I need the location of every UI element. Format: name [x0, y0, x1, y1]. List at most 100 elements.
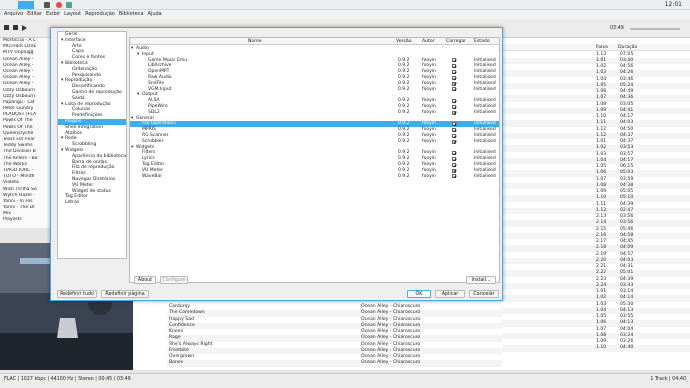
plugin-row[interactable]: Game Music Emu 0.9.2 fooyin Initialised	[130, 58, 499, 64]
settings-nav-label: Aparência da biblioteca	[72, 153, 127, 159]
load-checkbox[interactable]	[452, 81, 456, 86]
load-checkbox[interactable]	[452, 174, 456, 179]
menu-5[interactable]: Biblioteca	[119, 11, 144, 17]
load-checkbox[interactable]	[452, 98, 456, 103]
track-row[interactable]: 1.10 04:40	[502, 345, 690, 352]
taskbar-app-active[interactable]	[18, 1, 34, 9]
volume-slider[interactable]	[630, 28, 680, 30]
load-checkbox[interactable]	[452, 133, 456, 138]
header-status[interactable]: Estado	[474, 38, 490, 45]
expand-arrow-icon: ▾	[131, 144, 134, 150]
load-checkbox[interactable]	[452, 75, 456, 80]
apply-button[interactable]: Aplicar	[435, 290, 465, 298]
play-icon[interactable]	[22, 25, 27, 31]
plugin-row[interactable]: Scrobbler 0.9.2 fooyin Initialised	[130, 139, 499, 145]
menu-3[interactable]: Layout	[64, 11, 81, 17]
plugin-author: fooyin	[422, 69, 436, 75]
ok-button[interactable]: OK	[407, 290, 431, 298]
settings-nav-label: Arte	[72, 43, 82, 49]
settings-nav-label: Saída	[72, 95, 85, 101]
expand-arrow-icon: ▾	[131, 46, 134, 51]
load-checkbox[interactable]	[452, 156, 456, 161]
load-checkbox[interactable]	[452, 139, 456, 144]
plugin-group[interactable]: ▾ Audio	[130, 46, 499, 52]
reset-page-button[interactable]: Redefinir página	[101, 290, 149, 298]
plugin-row[interactable]: SDL2 0.9.2 fooyin Initialised	[130, 110, 499, 116]
plugin-group[interactable]: ▾ Input	[130, 52, 499, 58]
reset-all-button[interactable]: Redefinir tudo	[57, 290, 97, 298]
plugin-row[interactable]: OpenMPT 0.9.2 fooyin Initialised	[130, 69, 499, 75]
plugin-row[interactable]: WaveBar 0.9.2 fooyin Initialised	[130, 174, 499, 180]
plugin-status: Initialised	[474, 75, 496, 80]
plugin-row[interactable]: Filters 0.9.2 fooyin Initialised	[130, 150, 499, 156]
plugin-row[interactable]: VU Meter 0.9.2 fooyin Initialised	[130, 168, 499, 174]
menu-6[interactable]: Ajuda	[148, 11, 162, 17]
settings-nav-label: Widgets	[65, 147, 84, 153]
settings-nav-label: Navegar Diretórios	[72, 176, 116, 182]
settings-nav-label: Interface	[65, 37, 86, 43]
plugin-group[interactable]: ▾ Widgets	[130, 145, 499, 151]
load-checkbox[interactable]	[452, 69, 456, 74]
plugin-author: fooyin	[422, 109, 436, 115]
plugin-group[interactable]: ▾ Output	[130, 92, 499, 98]
configure-button[interactable]: Configure	[160, 276, 188, 284]
menu-0[interactable]: Arquivo	[4, 11, 23, 17]
load-checkbox[interactable]	[452, 122, 456, 127]
load-checkbox[interactable]	[452, 127, 456, 132]
plugin-row[interactable]: Lyrics 0.9.2 fooyin Initialised	[130, 156, 499, 162]
settings-nav-label: Tag Editor	[65, 194, 88, 200]
settings-nav-item[interactable]: Ganho de reprodução	[58, 90, 126, 96]
cancel-button[interactable]: Cancelar	[469, 290, 499, 298]
browser-icon[interactable]	[56, 2, 62, 8]
plugin-row[interactable]: VGM Input 0.9.2 fooyin Initialised	[130, 87, 499, 93]
menu-2[interactable]: Exibir	[46, 11, 60, 17]
menu-1[interactable]: Editar	[27, 11, 42, 17]
plugin-group[interactable]: ▾ General	[130, 116, 499, 122]
plugin-name: VU Meter	[142, 167, 163, 173]
plugin-row[interactable]: Raw Audio 0.9.2 fooyin Initialised	[130, 75, 499, 81]
header-author[interactable]: Autor	[422, 38, 435, 45]
plugin-author: fooyin	[422, 98, 436, 104]
app-launcher-icon[interactable]	[44, 2, 50, 8]
plugin-status: Initialised	[474, 86, 496, 92]
header-name[interactable]: Nome	[248, 38, 262, 45]
plugin-name: ALSA	[148, 98, 160, 104]
plugin-author: fooyin	[422, 156, 436, 162]
plugin-row[interactable]: RG Scanner 0.9.2 fooyin Initialised	[130, 133, 499, 139]
settings-nav-item[interactable]: Letras	[58, 200, 126, 206]
menu-4[interactable]: Reprodução	[85, 11, 115, 17]
install-button[interactable]: Install...	[466, 276, 496, 284]
load-checkbox[interactable]	[452, 64, 456, 69]
load-checkbox[interactable]	[452, 168, 456, 173]
header-duration[interactable]: Duração	[618, 45, 637, 50]
header-version[interactable]: Versão	[396, 38, 412, 45]
load-checkbox[interactable]	[452, 110, 456, 115]
plugin-name: SDL2	[148, 109, 160, 115]
stop-icon[interactable]	[4, 25, 9, 30]
header-track[interactable]: Faixa	[596, 45, 608, 50]
load-checkbox[interactable]	[452, 87, 456, 92]
load-checkbox[interactable]	[452, 58, 456, 63]
files-icon[interactable]	[66, 2, 72, 8]
plugin-row[interactable]: PipeWire 0.9.2 fooyin Initialised	[130, 104, 499, 110]
load-checkbox[interactable]	[452, 151, 456, 156]
plugin-row[interactable]: SndFile 0.9.2 fooyin Initialised	[130, 81, 499, 87]
track-duration: 04:40	[620, 345, 634, 351]
plugin-row[interactable]: File Operations 0.9.2 fooyin Initialised	[130, 121, 499, 127]
settings-nav-label: Atalhos	[65, 130, 83, 136]
about-button[interactable]: About	[134, 276, 156, 284]
playback-time: 03:49	[610, 26, 624, 31]
load-checkbox[interactable]	[452, 162, 456, 167]
plugin-author: fooyin	[422, 104, 436, 109]
header-load[interactable]: Carregar	[446, 38, 466, 45]
library-row[interactable]: Playlists	[0, 217, 50, 223]
playlist-row[interactable]: Bones Ocean Alley - Chiaroscuro	[167, 360, 527, 367]
plugin-row[interactable]: MPRIS 0.9.2 fooyin Initialised	[130, 127, 499, 133]
status-text: FLAC | 1027 kbps | 44100 Hz | Stereo | 0…	[4, 377, 131, 382]
previous-icon[interactable]	[13, 25, 19, 30]
plugin-name: SndFile	[148, 80, 165, 86]
plugin-row[interactable]: ALSA 0.9.2 fooyin Initialised	[130, 98, 499, 104]
plugin-row[interactable]: LibArchive 0.9.2 fooyin Initialised	[130, 63, 499, 69]
plugin-row[interactable]: Tag Editor 0.9.2 fooyin Initialised	[130, 162, 499, 168]
load-checkbox[interactable]	[452, 104, 456, 109]
